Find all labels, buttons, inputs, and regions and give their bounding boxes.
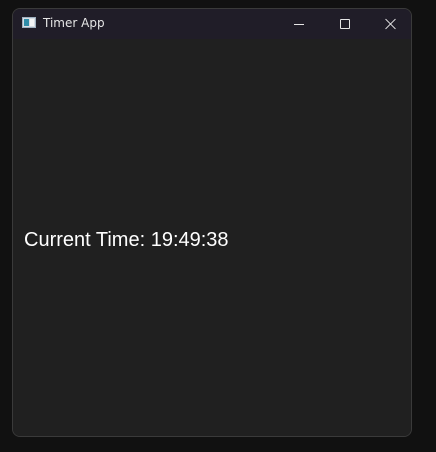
app-icon-left-pane (24, 19, 29, 26)
minimize-button[interactable] (276, 9, 322, 39)
window-title: Timer App (43, 16, 105, 30)
app-icon-right-pane (30, 19, 34, 26)
window-content: Current Time: 19:49:38 (13, 39, 411, 436)
current-time-label: Current Time: 19:49:38 (24, 229, 229, 251)
maximize-icon (340, 19, 350, 29)
close-button[interactable] (368, 9, 411, 39)
maximize-button[interactable] (322, 9, 368, 39)
app-window: Timer App Current Time: 19:49:38 (12, 8, 412, 437)
title-bar[interactable]: Timer App (13, 9, 411, 39)
window-app-icon (22, 17, 36, 28)
minimize-icon (294, 23, 304, 25)
close-icon (385, 18, 397, 30)
